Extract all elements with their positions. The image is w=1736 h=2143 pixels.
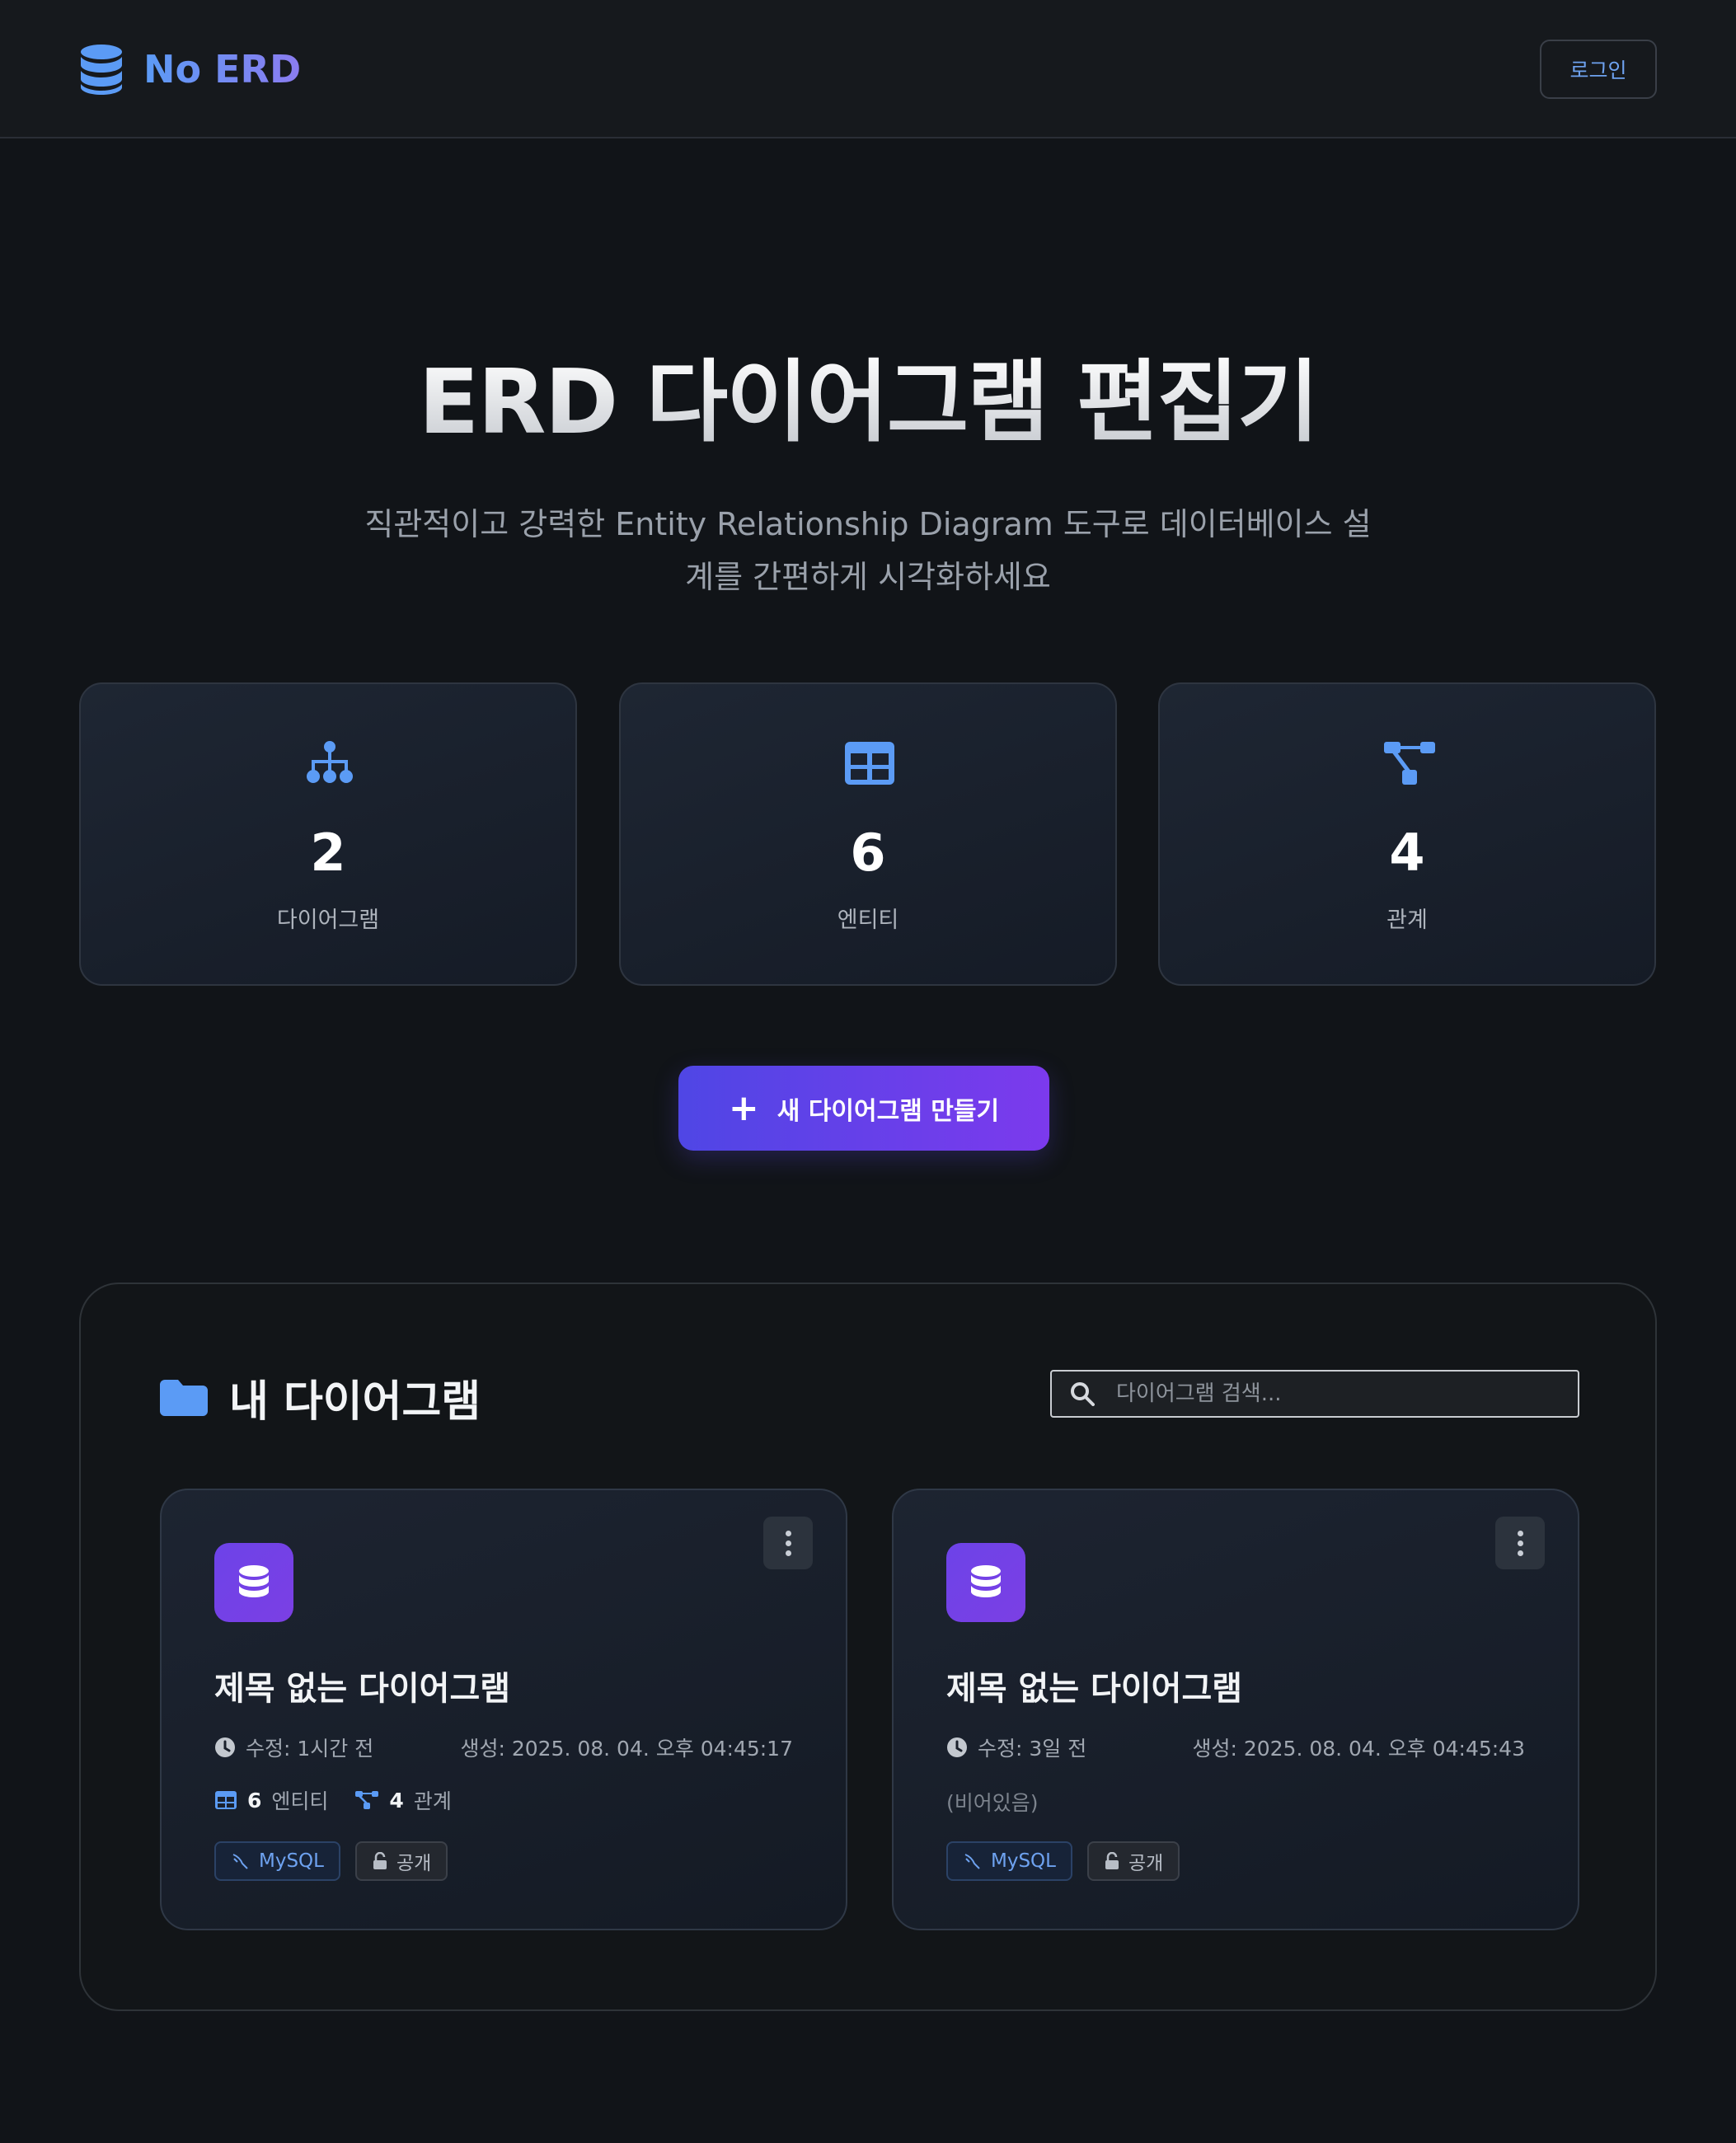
hero-title: ERD 다이어그램 편집기 xyxy=(0,349,1736,457)
database-icon xyxy=(81,45,122,95)
relation-label: 관계 xyxy=(413,1789,452,1813)
search-input[interactable] xyxy=(1116,1381,1561,1406)
table-icon xyxy=(845,742,894,785)
search-icon xyxy=(1071,1382,1095,1406)
unlock-icon xyxy=(373,1852,387,1869)
entity-count: 6 xyxy=(247,1788,262,1812)
sitemap-icon xyxy=(307,741,353,783)
my-diagrams-section: 내 다이어그램 제목 없는 다이어그램 수정: 1시 xyxy=(79,1283,1657,2011)
stat-value: 2 xyxy=(310,823,346,883)
db-type-label: MySQL xyxy=(991,1850,1056,1872)
modified-text: 수정: 3일 전 xyxy=(978,1737,1087,1761)
relation-icon xyxy=(355,1791,379,1809)
diagram-counts: 6 엔티티 4 관계 xyxy=(214,1785,452,1815)
mysql-icon xyxy=(232,1854,248,1869)
app-name: No ERD xyxy=(143,47,302,91)
db-type-tag: MySQL xyxy=(214,1841,340,1881)
new-diagram-button[interactable]: + 새 다이어그램 만들기 xyxy=(678,1066,1049,1151)
dot-icon xyxy=(1517,1550,1523,1556)
stat-label: 엔티티 xyxy=(837,907,899,933)
folder-icon xyxy=(160,1379,208,1416)
stat-value: 4 xyxy=(1389,823,1425,883)
diagram-title[interactable]: 제목 없는 다이어그램 xyxy=(946,1662,1242,1709)
login-button[interactable]: 로그인 xyxy=(1540,40,1657,99)
dot-icon xyxy=(785,1530,791,1536)
modified-time: 수정: 1시간 전 xyxy=(214,1733,373,1762)
clock-icon xyxy=(947,1737,967,1757)
app-logo[interactable]: No ERD xyxy=(79,41,301,97)
table-icon xyxy=(215,1791,237,1809)
visibility-label: 공개 xyxy=(396,1853,432,1874)
db-type-tag: MySQL xyxy=(946,1841,1072,1881)
stat-label: 관계 xyxy=(1386,907,1428,933)
relation-icon xyxy=(1384,742,1435,785)
diagram-database-icon xyxy=(214,1543,293,1622)
more-options-button[interactable] xyxy=(1495,1517,1545,1569)
diagram-database-icon xyxy=(946,1543,1025,1622)
dot-icon xyxy=(785,1550,791,1556)
entity-label: 엔티티 xyxy=(271,1789,329,1813)
db-type-label: MySQL xyxy=(259,1850,324,1872)
dot-icon xyxy=(1517,1530,1523,1536)
modified-text: 수정: 1시간 전 xyxy=(246,1737,374,1761)
created-time: 생성: 2025. 08. 04. 오후 04:45:17 xyxy=(460,1737,793,1761)
visibility-label: 공개 xyxy=(1128,1853,1164,1874)
stat-label: 다이어그램 xyxy=(276,907,380,933)
stat-card-entities: 6 엔티티 xyxy=(619,682,1117,986)
dot-icon xyxy=(785,1540,791,1546)
hero-subtitle: 직관적이고 강력한 Entity Relationship Diagram 도구… xyxy=(364,506,1372,595)
empty-label: (비어있음) xyxy=(946,1791,1039,1815)
more-options-button[interactable] xyxy=(763,1517,813,1569)
stat-value: 6 xyxy=(850,823,886,883)
section-header: 내 다이어그램 xyxy=(160,1367,481,1428)
visibility-tag: 공개 xyxy=(1086,1841,1180,1881)
top-header: No ERD 로그인 xyxy=(0,0,1736,138)
clock-icon xyxy=(215,1737,235,1757)
diagram-tags: MySQL 공개 xyxy=(946,1841,1180,1881)
unlock-icon xyxy=(1105,1852,1119,1869)
dot-icon xyxy=(1517,1540,1523,1546)
diagram-tags: MySQL 공개 xyxy=(214,1841,448,1881)
diagram-card[interactable]: 제목 없는 다이어그램 수정: 1시간 전 생성: 2025. 08. 04. … xyxy=(160,1489,847,1930)
section-title: 내 다이어그램 xyxy=(229,1377,481,1427)
new-diagram-label: 새 다이어그램 만들기 xyxy=(777,1096,1000,1126)
relation-count: 4 xyxy=(389,1788,404,1812)
mysql-icon xyxy=(964,1854,980,1869)
diagram-title[interactable]: 제목 없는 다이어그램 xyxy=(214,1662,510,1709)
diagram-card[interactable]: 제목 없는 다이어그램 수정: 3일 전 생성: 2025. 08. 04. 오… xyxy=(892,1489,1579,1930)
stat-card-relations: 4 관계 xyxy=(1158,682,1656,986)
modified-time: 수정: 3일 전 xyxy=(946,1733,1086,1762)
search-box[interactable] xyxy=(1050,1370,1579,1418)
plus-icon: + xyxy=(728,1086,759,1129)
visibility-tag: 공개 xyxy=(354,1841,448,1881)
stat-card-diagrams: 2 다이어그램 xyxy=(79,682,577,986)
created-time: 생성: 2025. 08. 04. 오후 04:45:43 xyxy=(1192,1737,1525,1761)
